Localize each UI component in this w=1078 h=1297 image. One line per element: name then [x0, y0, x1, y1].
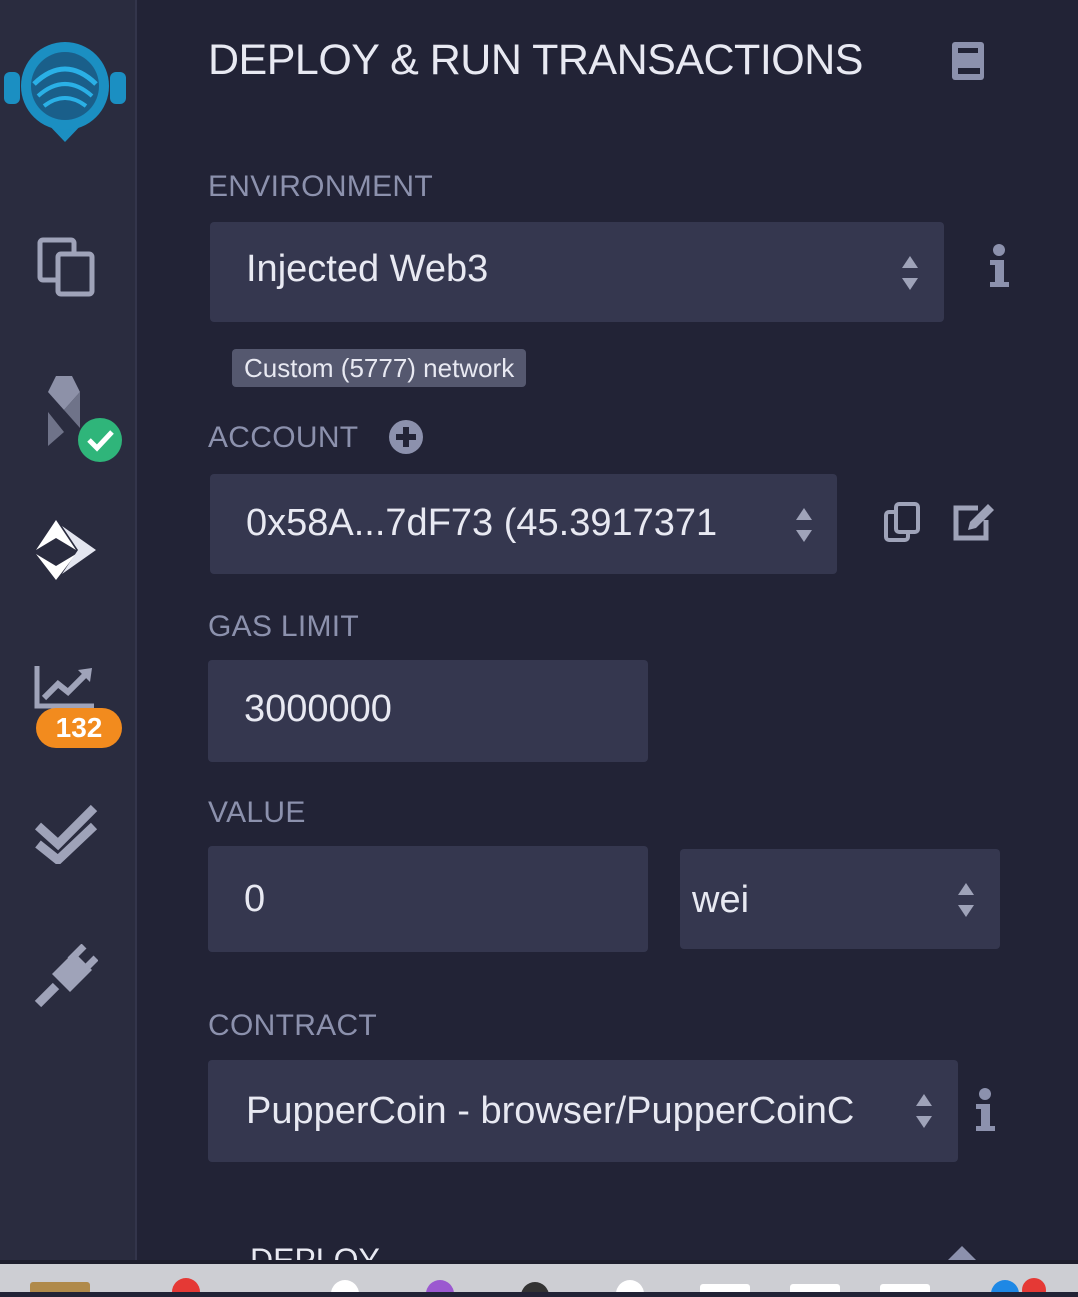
value-amount: 0: [244, 878, 266, 920]
select-arrows-icon: [902, 256, 918, 290]
solidity-compiler-icon[interactable]: [42, 376, 124, 466]
environment-info-icon[interactable]: [986, 244, 1012, 288]
contract-value: PupperCoin - browser/PupperCoinC: [246, 1090, 855, 1132]
remix-logo-icon[interactable]: [4, 34, 126, 144]
gas-limit-input[interactable]: 3000000: [208, 660, 648, 762]
caret-up-icon[interactable]: [946, 1246, 978, 1260]
account-select[interactable]: 0x58A...7dF73 (45.3917371: [210, 474, 837, 574]
account-value: 0x58A...7dF73 (45.3917371: [246, 502, 718, 544]
select-arrows-icon: [958, 883, 974, 917]
contract-select[interactable]: PupperCoin - browser/PupperCoinC: [208, 1060, 958, 1162]
environment-value: Injected Web3: [246, 248, 489, 290]
value-label: VALUE: [208, 796, 306, 829]
environment-select[interactable]: Injected Web3: [210, 222, 944, 322]
analysis-icon[interactable]: [34, 666, 96, 710]
gas-limit-value: 3000000: [244, 688, 392, 730]
environment-label: ENVIRONMENT: [208, 170, 433, 203]
deploy-section: DEPLOY: [250, 1238, 380, 1260]
os-dock: [0, 1260, 1078, 1297]
icon-panel: 132: [0, 0, 137, 1260]
select-arrows-icon: [796, 508, 812, 542]
value-unit-select[interactable]: wei: [680, 849, 1000, 949]
sign-message-icon[interactable]: [952, 502, 996, 542]
contract-label: CONTRACT: [208, 1009, 378, 1042]
docs-book-icon[interactable]: [950, 40, 986, 82]
deploy-label[interactable]: DEPLOY: [250, 1238, 380, 1260]
value-unit: wei: [692, 879, 750, 921]
file-explorers-icon[interactable]: [36, 236, 98, 298]
add-account-icon[interactable]: [388, 419, 424, 455]
value-input[interactable]: 0: [208, 846, 648, 952]
account-label: ACCOUNT: [208, 421, 359, 454]
deploy-run-icon[interactable]: [34, 518, 98, 582]
gas-limit-label: GAS LIMIT: [208, 610, 360, 643]
contract-info-icon[interactable]: [972, 1088, 998, 1132]
copy-address-icon[interactable]: [884, 502, 920, 542]
panel-title: DEPLOY & RUN TRANSACTIONS: [208, 36, 863, 84]
plugin-manager-icon[interactable]: [34, 943, 99, 1008]
dock-icons: [30, 1278, 1046, 1297]
analysis-count-badge: 132: [36, 708, 122, 748]
select-arrows-icon: [916, 1094, 932, 1128]
network-badge: Custom (5777) network: [232, 349, 527, 387]
testing-icon[interactable]: [34, 804, 98, 866]
